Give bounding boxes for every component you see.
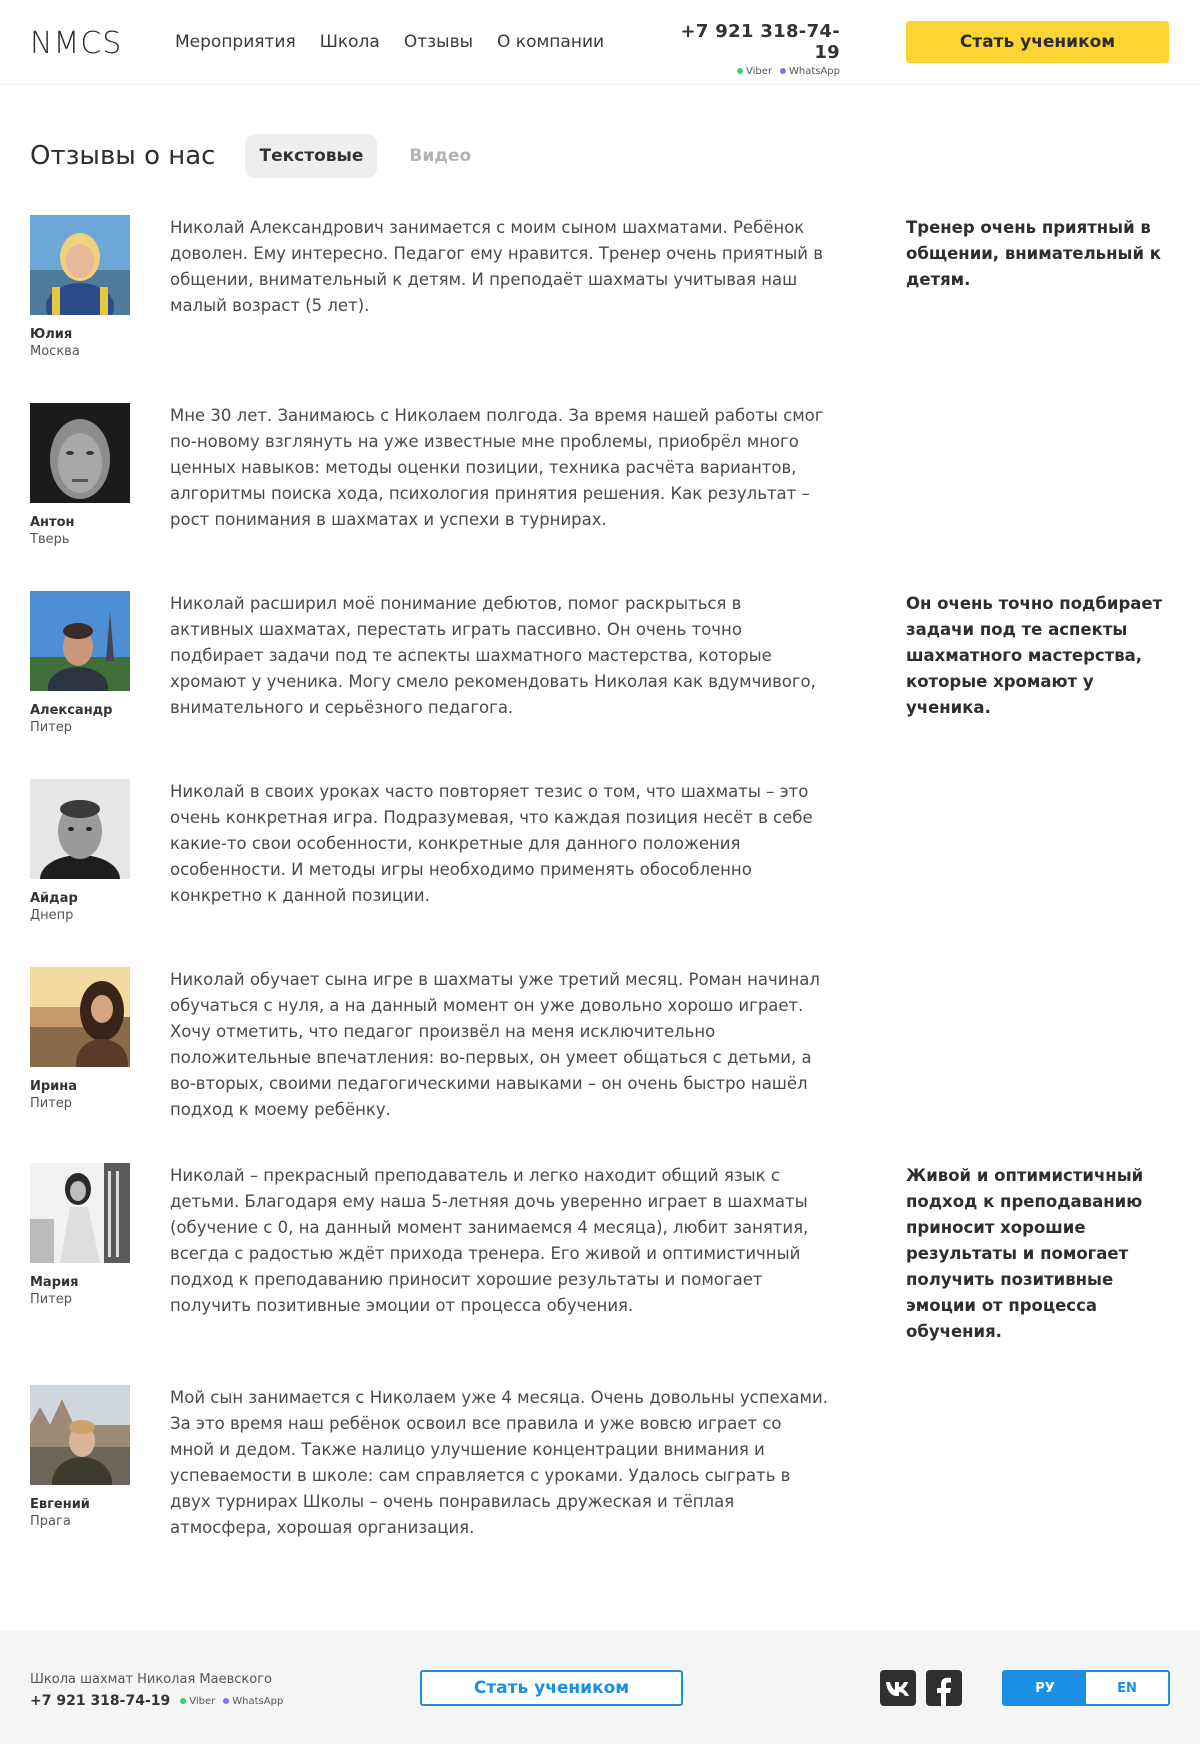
avatar [30, 779, 130, 879]
review-author: Александр Питер [30, 703, 170, 735]
site-footer: Школа шахмат Николая Маевского +7 921 31… [0, 1630, 1200, 1744]
facebook-icon[interactable] [926, 1670, 962, 1706]
nav-item-events[interactable]: Мероприятия [175, 32, 296, 52]
author-city: Днепр [30, 908, 74, 923]
review-author: Мария Питер [30, 1275, 170, 1307]
avatar [30, 1163, 130, 1263]
review-author: Ирина Питер [30, 1079, 170, 1111]
language-option-en[interactable]: EN [1086, 1672, 1168, 1704]
author-name: Ирина [30, 1079, 78, 1094]
author-name: Евгений [30, 1497, 90, 1512]
whatsapp-dot-icon [223, 1697, 230, 1704]
author-city: Москва [30, 344, 80, 359]
footer-viber-link[interactable]: Viber [180, 1696, 215, 1707]
author-city: Питер [30, 720, 73, 735]
footer-contact: +7 921 318-74-19 Viber WhatsApp [30, 1693, 283, 1709]
site-header: NMCS Мероприятия Школа Отзывы О компании… [0, 0, 1200, 85]
avatar [30, 1385, 130, 1485]
logo[interactable]: NMCS [30, 26, 122, 61]
review-highlight-quote: Он очень точно подбирает задачи под те а… [906, 594, 1163, 717]
review-highlight-quote: Живой и оптимистичный подход к преподава… [906, 1166, 1144, 1341]
language-switcher: РУ EN [1002, 1670, 1170, 1706]
nav-item-reviews[interactable]: Отзывы [404, 32, 473, 52]
viber-link[interactable]: Viber [736, 66, 772, 77]
language-option-ru[interactable]: РУ [1004, 1672, 1086, 1704]
author-city: Питер [30, 1292, 73, 1307]
whatsapp-dot-icon [779, 68, 786, 74]
author-city: Прага [30, 1514, 71, 1529]
footer-phone-number[interactable]: +7 921 318-74-19 [30, 1693, 170, 1709]
phone-number[interactable]: +7 921 318-74-19 [674, 21, 840, 63]
vk-icon[interactable] [880, 1670, 916, 1706]
nav-item-school[interactable]: Школа [320, 32, 380, 52]
viber-dot-icon [180, 1697, 187, 1704]
tab-text-reviews[interactable]: Текстовые [245, 134, 378, 178]
whatsapp-link[interactable]: WhatsApp [779, 66, 840, 77]
author-city: Питер [30, 1096, 73, 1111]
messenger-links: Viber WhatsApp [674, 66, 840, 77]
review-author: Антон Тверь [30, 515, 170, 547]
review-text: Николай – прекрасный преподаватель и лег… [170, 1166, 809, 1315]
become-student-button[interactable]: Стать учеником [906, 21, 1169, 63]
review-author: Айдар Днепр [30, 891, 170, 923]
review-highlight-quote: Тренер очень приятный в общении, внимате… [906, 218, 1161, 289]
avatar [30, 967, 130, 1067]
review-author: Юлия Москва [30, 327, 170, 359]
review-text: Мой сын занимается с Николаем уже 4 меся… [170, 1388, 828, 1537]
review-text: Мне 30 лет. Занимаюсь с Николаем полгода… [170, 406, 824, 529]
nav-item-about[interactable]: О компании [497, 32, 604, 52]
footer-messenger-links: Viber WhatsApp [180, 1696, 283, 1707]
review-text: Николай в своих уроках часто повторяет т… [170, 782, 813, 905]
author-name: Антон [30, 515, 75, 530]
footer-school-name: Школа шахмат Николая Маевского [30, 1672, 272, 1687]
footer-whatsapp-link[interactable]: WhatsApp [223, 1696, 283, 1707]
page-title: Отзывы о нас [30, 141, 216, 171]
author-city: Тверь [30, 532, 70, 547]
contact-block: +7 921 318-74-19 Viber WhatsApp [674, 21, 840, 77]
review-text: Николай расширил моё понимание дебютов, … [170, 594, 816, 717]
review-text: Николай обучает сына игре в шахматы уже … [170, 970, 820, 1119]
review-author: Евгений Прага [30, 1497, 170, 1529]
author-name: Александр [30, 703, 113, 718]
avatar [30, 403, 130, 503]
page-heading: Отзывы о нас Текстовые Видео [30, 134, 503, 178]
tab-video-reviews[interactable]: Видео [395, 134, 485, 178]
author-name: Айдар [30, 891, 78, 906]
author-name: Мария [30, 1275, 79, 1290]
footer-become-student-button[interactable]: Стать учеником [420, 1670, 683, 1706]
viber-dot-icon [736, 68, 743, 74]
review-text: Николай Александрович занимается с моим … [170, 218, 823, 315]
avatar [30, 215, 130, 315]
main-nav: Мероприятия Школа Отзывы О компании [175, 32, 604, 52]
avatar [30, 591, 130, 691]
author-name: Юлия [30, 327, 73, 342]
